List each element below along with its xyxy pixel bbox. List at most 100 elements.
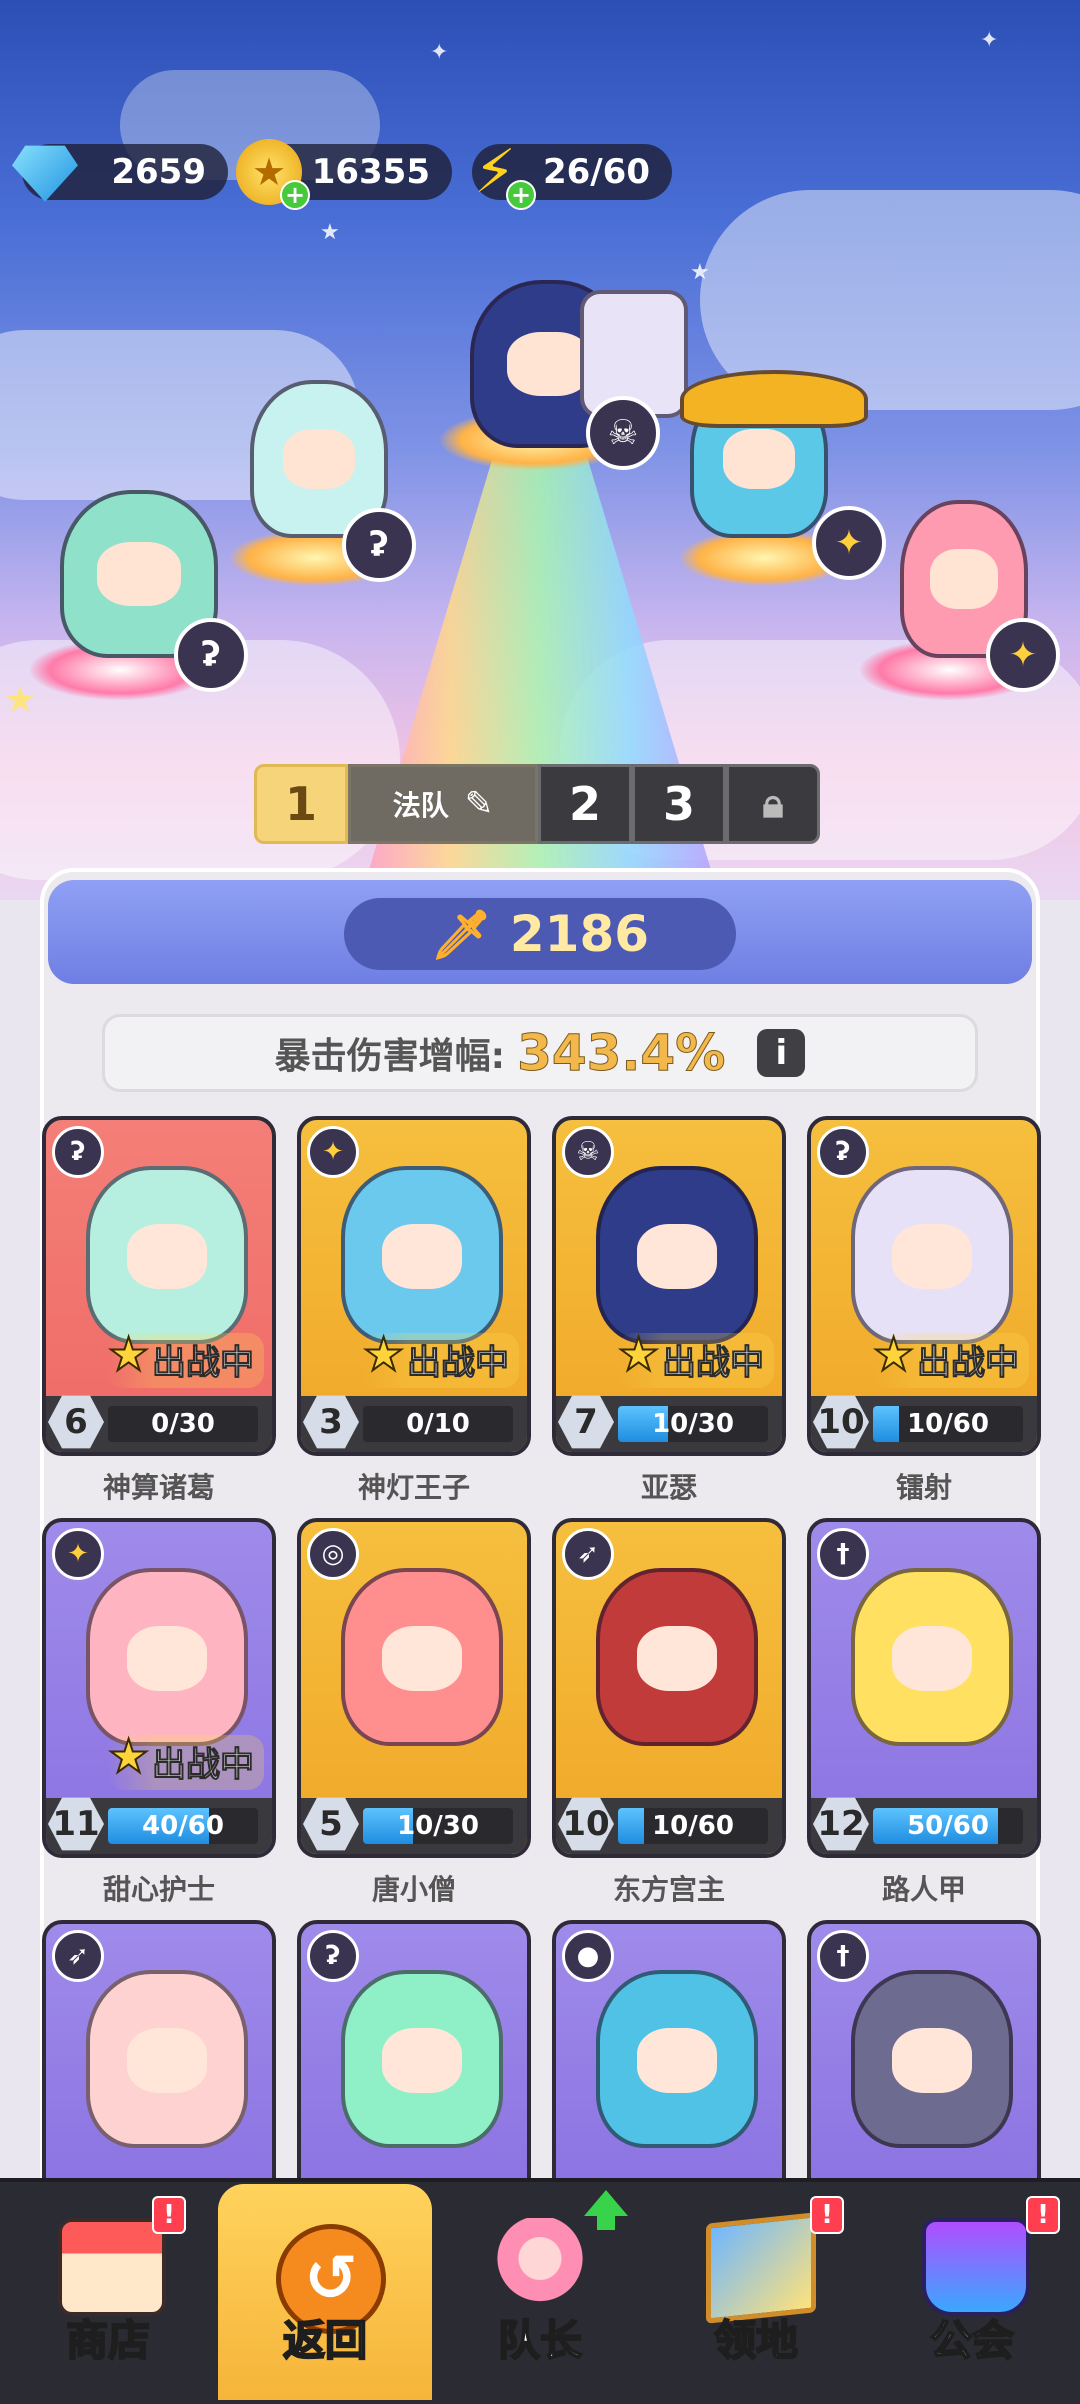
mage-class-icon: ʡ bbox=[342, 508, 416, 582]
power-value: 2186 bbox=[509, 905, 650, 963]
add-energy-icon[interactable]: + bbox=[506, 180, 536, 210]
hero-portrait bbox=[596, 1166, 758, 1344]
shard-progress-text: 10/30 bbox=[397, 1811, 479, 1841]
magic-lamp bbox=[680, 370, 868, 428]
coin-amount: 16355 bbox=[311, 152, 430, 192]
shard-progress-text: 0/30 bbox=[151, 1409, 215, 1439]
star-icon: ✦ bbox=[430, 40, 449, 65]
hero-portrait bbox=[341, 1568, 503, 1746]
team-name-tab[interactable]: 法队 ✎ bbox=[348, 764, 538, 844]
hero-class-icon: ➶ bbox=[52, 1930, 104, 1982]
shard-progress-text: 50/60 bbox=[907, 1811, 989, 1841]
hero-level: 10 bbox=[558, 1797, 614, 1851]
hero-card[interactable]: ➶ bbox=[42, 1920, 276, 2198]
hero-card[interactable]: ✦ 出战中3 0/10 bbox=[297, 1116, 531, 1456]
hero-class-icon: ʡ bbox=[52, 1126, 104, 1178]
nav-shop[interactable]: ! 商店 bbox=[0, 2178, 216, 2400]
hero-card[interactable]: ◎ 5 10/30 bbox=[297, 1518, 531, 1858]
shop-icon bbox=[58, 2218, 166, 2316]
hero-level: 5 bbox=[303, 1797, 359, 1851]
hero-class-icon: ☠ bbox=[562, 1126, 614, 1178]
lock-icon: 🔒︎ bbox=[762, 781, 784, 827]
add-coins-icon[interactable]: + bbox=[280, 180, 310, 210]
nav-territory[interactable]: ! 领地 bbox=[648, 2178, 864, 2400]
hero-portrait bbox=[86, 1970, 248, 2148]
deployed-badge: 出战中 bbox=[363, 1327, 519, 1388]
hero-name: 神算诸葛 bbox=[102, 1471, 215, 1504]
hero-level-bar: 12 50/60 bbox=[811, 1797, 1037, 1854]
hero-portrait bbox=[851, 1970, 1013, 2148]
hero-card[interactable]: ➶ 10 10/60 bbox=[552, 1518, 786, 1858]
hero-level: 12 bbox=[813, 1797, 869, 1851]
hero-level: 7 bbox=[558, 1395, 614, 1449]
hero-class-icon: ʡ bbox=[307, 1930, 359, 1982]
shard-progress-text: 10/60 bbox=[652, 1811, 734, 1841]
team-tab-2[interactable]: 2 bbox=[538, 764, 632, 844]
edit-icon[interactable]: ✎ bbox=[465, 784, 494, 824]
hero-level-bar: 10 10/60 bbox=[811, 1395, 1037, 1452]
shard-progress: 10/60 bbox=[618, 1808, 768, 1844]
hero-card[interactable]: ✦ 出战中11 40/60 bbox=[42, 1518, 276, 1858]
shard-progress-text: 10/30 bbox=[652, 1409, 734, 1439]
shard-progress-text: 0/10 bbox=[406, 1409, 470, 1439]
deployed-badge: 出战中 bbox=[108, 1729, 264, 1790]
alert-badge: ! bbox=[152, 2196, 186, 2234]
hero-portrait bbox=[86, 1568, 248, 1746]
skull-class-icon: ☠ bbox=[586, 396, 660, 470]
crit-bonus-label: 暴击伤害增幅: bbox=[274, 1036, 506, 1077]
hero-name: 甜心护士 bbox=[102, 1873, 215, 1906]
nav-label: 队长 bbox=[497, 2315, 583, 2366]
hero-portrait bbox=[596, 1568, 758, 1746]
hero-card[interactable]: † 12 50/60 bbox=[807, 1518, 1041, 1858]
shard-progress: 10/30 bbox=[363, 1808, 513, 1844]
star-icon: ★ bbox=[320, 220, 340, 245]
shard-progress-text: 40/60 bbox=[142, 1811, 224, 1841]
star-icon: ✦ bbox=[980, 28, 999, 53]
hero-level-bar: 7 10/30 bbox=[556, 1395, 782, 1452]
hero-name: 亚瑟 bbox=[640, 1471, 697, 1504]
hero-class-icon: ➶ bbox=[562, 1528, 614, 1580]
hero-class-icon: † bbox=[817, 1930, 869, 1982]
hero-portrait bbox=[851, 1568, 1013, 1746]
hero-class-icon: ✦ bbox=[52, 1528, 104, 1580]
hero-card[interactable]: ● bbox=[552, 1920, 786, 2198]
crit-bonus-row: 暴击伤害增幅: 343.4% i bbox=[102, 1014, 978, 1092]
info-icon[interactable]: i bbox=[757, 1029, 806, 1077]
shard-progress-text: 10/60 bbox=[907, 1409, 989, 1439]
hero-card[interactable]: ʡ 出战中6 0/30 bbox=[42, 1116, 276, 1456]
hero-level: 6 bbox=[48, 1395, 104, 1449]
coin-counter[interactable]: ★ + 16355 bbox=[236, 139, 452, 210]
nav-guild[interactable]: ! 公会 bbox=[864, 2178, 1080, 2400]
hero-card[interactable]: ☠ 出战中7 10/30 bbox=[552, 1116, 786, 1456]
team-tab-3[interactable]: 3 bbox=[632, 764, 726, 844]
team-tab-locked[interactable]: 🔒︎ bbox=[726, 764, 820, 844]
shard-progress: 40/60 bbox=[108, 1808, 258, 1844]
shard-progress: 0/30 bbox=[108, 1406, 258, 1442]
shard-progress: 10/30 bbox=[618, 1406, 768, 1442]
hero-portrait bbox=[341, 1970, 503, 2148]
sword-icon: 🗡︎ bbox=[430, 906, 492, 963]
nav-label: 返回 bbox=[282, 2315, 368, 2366]
shard-progress: 50/60 bbox=[873, 1808, 1023, 1844]
hero-level-bar: 10 10/60 bbox=[556, 1797, 782, 1854]
shard-progress: 0/10 bbox=[363, 1406, 513, 1442]
hero-level-bar: 3 0/10 bbox=[301, 1395, 527, 1452]
hero-card[interactable]: ʡ 出战中10 10/60 bbox=[807, 1116, 1041, 1456]
team-tab-1[interactable]: 1 bbox=[254, 764, 348, 844]
hero-card[interactable]: ʡ bbox=[297, 1920, 531, 2198]
star-icon: ★ bbox=[4, 680, 37, 721]
team-tabs: 1 法队 ✎ 2 3 🔒︎ bbox=[254, 764, 820, 844]
star-icon: ★ bbox=[690, 260, 710, 285]
alert-badge: ! bbox=[1026, 2196, 1060, 2234]
team-power: 🗡︎ 2186 bbox=[344, 898, 736, 970]
hero-card[interactable]: † bbox=[807, 1920, 1041, 2198]
nav-captain[interactable]: 队长 bbox=[432, 2178, 648, 2400]
energy-amount: 26/60 bbox=[542, 152, 650, 192]
hero-level-bar: 5 10/30 bbox=[301, 1797, 527, 1854]
deployed-badge: 出战中 bbox=[618, 1327, 774, 1388]
nav-back[interactable]: ↺ 返回 bbox=[218, 2184, 432, 2400]
energy-counter[interactable]: ⚡ + 26/60 bbox=[472, 137, 672, 210]
hero-class-icon: ◎ bbox=[307, 1528, 359, 1580]
hero-level: 11 bbox=[48, 1797, 104, 1851]
gem-counter[interactable]: 2659 bbox=[12, 144, 228, 202]
